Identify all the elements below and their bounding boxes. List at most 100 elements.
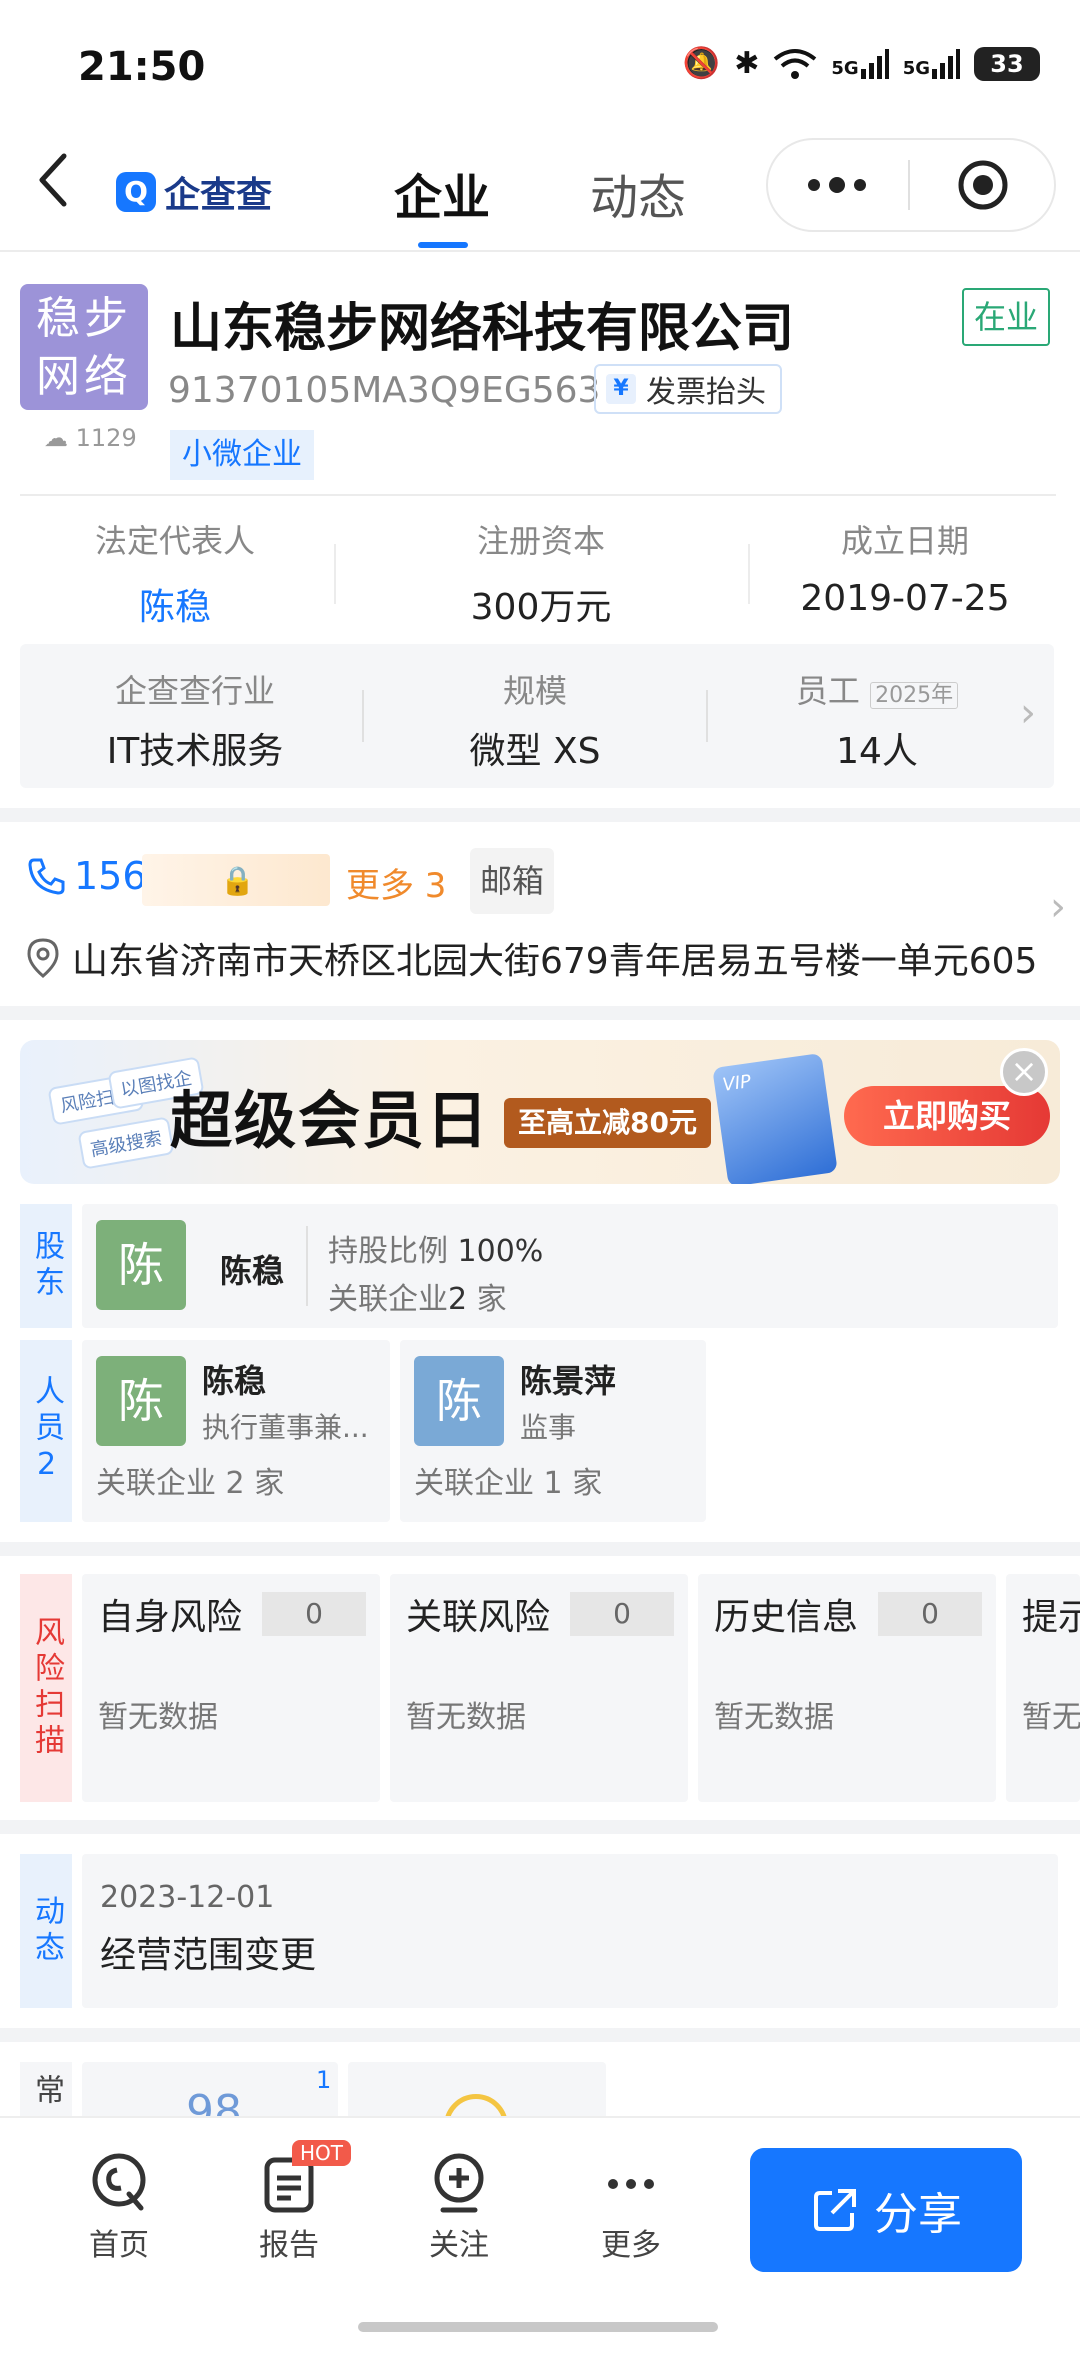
company-avatar: 稳步网络 <box>20 284 148 410</box>
capsule-divider <box>908 160 910 210</box>
logo-q-icon: Q <box>116 172 156 212</box>
shareholder-related-unit: 家 <box>476 1282 507 1317</box>
risk-scan-label: 风险扫描 <box>20 1574 72 1802</box>
person-avatar-1: 陈 <box>96 1356 186 1446</box>
nav-home-label: 首页 <box>89 2228 149 2263</box>
risk-related-count: 0 <box>570 1592 674 1636</box>
wifi-icon <box>774 48 817 79</box>
shareholder-related-count: 2 <box>448 1282 468 1317</box>
extra-divider-1 <box>362 690 364 742</box>
risk-self-desc: 暂无数据 <box>98 1700 218 1735</box>
battery-icon: 33 <box>974 46 1040 81</box>
record-target-icon[interactable] <box>956 158 1010 212</box>
risk-history-title: 历史信息 <box>714 1597 859 1638</box>
person-related-2: 关联企业 1 家 <box>414 1458 602 1502</box>
reg-capital-block: 注册资本 300万元 <box>386 516 696 630</box>
employees-value: 14人 <box>836 731 918 772</box>
shareholder-related: 关联企业2 家 <box>328 1274 507 1318</box>
share-button[interactable]: 分享 <box>750 2148 1022 2272</box>
shareholder-name[interactable]: 陈稳 <box>220 1246 284 1292</box>
info-divider-1 <box>334 544 336 604</box>
risk-tips-desc: 暂无 <box>1022 1700 1080 1735</box>
bluetooth-icon: ✱ <box>734 46 760 81</box>
news-label: 动态 <box>20 1854 72 2008</box>
back-arrow-icon[interactable] <box>34 150 74 210</box>
scale-tag[interactable]: 小微企业 <box>170 430 314 480</box>
shareholder-avatar: 陈 <box>96 1220 186 1310</box>
industry-label: 企查查行业 <box>114 672 275 710</box>
network-type-1: 5G <box>831 57 859 79</box>
tab-company[interactable]: 企业 <box>394 158 490 228</box>
home-indicator[interactable] <box>358 2322 718 2332</box>
employees-label-text: 员工 <box>795 672 860 710</box>
view-count: ☁ 1129 <box>44 424 137 452</box>
more-dots-icon[interactable] <box>806 172 868 198</box>
share-icon <box>814 2189 856 2231</box>
founded-label: 成立日期 <box>840 522 969 560</box>
app-logo: Q 企查查 <box>116 166 272 218</box>
header-divider <box>20 494 1056 496</box>
invoice-label: 发票抬头 <box>646 375 766 410</box>
email-button[interactable]: 邮箱 <box>470 848 554 914</box>
scale-label: 规模 <box>502 672 567 710</box>
risk-self-count: 0 <box>262 1592 366 1636</box>
bottom-nav-home[interactable]: 首页 <box>64 2150 174 2264</box>
company-name: 山东稳步网络科技有限公司 <box>170 299 795 359</box>
nav-more-label: 更多 <box>601 2228 661 2263</box>
reg-capital-value: 300万元 <box>470 587 612 628</box>
industry-value: IT技术服务 <box>106 731 284 772</box>
contact-chevron-icon[interactable]: › <box>1050 884 1066 930</box>
address-text: 山东省济南市天桥区北园大街679青年居易五号楼一单元605 <box>72 941 1038 982</box>
risk-history-desc: 暂无数据 <box>714 1700 834 1735</box>
person-related-count-1: 2 <box>225 1466 245 1501</box>
promo-banner[interactable]: 风险扫描 以图找企 高级搜索 超级会员日 至高立减80元 VIP 立即购买 <box>20 1040 1060 1184</box>
legal-rep-block[interactable]: 法定代表人 陈稳 <box>20 516 330 630</box>
person-related-unit-2: 家 <box>572 1466 603 1501</box>
legal-rep-label: 法定代表人 <box>94 522 255 560</box>
address-row[interactable]: 山东省济南市天桥区北园大街679青年居易五号楼一单元605 <box>26 932 1037 984</box>
view-count-value: 1129 <box>75 424 137 452</box>
follow-plus-icon <box>434 2153 484 2213</box>
banner-close-icon[interactable]: × <box>1000 1048 1048 1096</box>
risk-history-count: 0 <box>878 1592 982 1636</box>
common-card-2[interactable] <box>348 2062 606 2122</box>
phone-block[interactable]: 156 <box>26 854 147 898</box>
yen-icon: ¥ <box>606 374 636 404</box>
section-gap-5 <box>0 2028 1080 2042</box>
bottom-nav-follow[interactable]: 关注 <box>404 2150 514 2264</box>
bottom-nav-report[interactable]: 报告 <box>234 2150 344 2264</box>
chevron-right-icon: › <box>1020 690 1036 736</box>
eye-icon: ☁ <box>44 424 76 452</box>
more-phones-link[interactable]: 更多 3 <box>346 858 446 907</box>
lock-icon: 🔒 <box>220 864 255 897</box>
common-badge: 1 <box>316 2066 332 2094</box>
status-badge: 在业 <box>962 288 1050 346</box>
section-gap-2 <box>0 1006 1080 1020</box>
personnel-label: 人员2 <box>20 1340 72 1522</box>
industry-block: 企查查行业 IT技术服务 <box>30 666 360 774</box>
credit-code[interactable]: 91370105MA3Q9EG563 <box>168 370 600 411</box>
shareholder-divider <box>306 1226 308 1306</box>
invoice-title-button[interactable]: ¥ 发票抬头 <box>594 364 782 414</box>
risk-self-title: 自身风险 <box>98 1597 243 1638</box>
vip-card-icon: VIP <box>712 1052 838 1184</box>
founded-block: 成立日期 2019-07-25 <box>750 516 1060 619</box>
home-q-icon <box>92 2153 146 2211</box>
risk-tips-card[interactable]: 提示 暂无 <box>1006 1574 1080 1802</box>
tab-news[interactable]: 动态 <box>590 158 686 228</box>
phone-prefix: 156 <box>74 854 147 898</box>
person-name-2[interactable]: 陈景萍 <box>520 1356 616 1402</box>
person-role-1: 执行董事兼... <box>202 1411 369 1444</box>
common-card-1[interactable]: 98 1 <box>82 2062 338 2122</box>
tab-active-indicator <box>418 242 468 248</box>
share-ratio: 持股比例 100% <box>328 1226 543 1270</box>
section-gap-3 <box>0 1542 1080 1556</box>
nav-follow-label: 关注 <box>429 2228 489 2263</box>
shareholder-related-label: 关联企业 <box>328 1282 448 1317</box>
person-related-count-2: 1 <box>543 1466 563 1501</box>
person-avatar-2: 陈 <box>414 1356 504 1446</box>
bottom-nav-more[interactable]: 更多 <box>576 2150 686 2264</box>
legal-rep-value[interactable]: 陈稳 <box>20 578 330 630</box>
scale-value: 微型 XS <box>469 731 601 772</box>
person-name-1[interactable]: 陈稳 <box>202 1356 266 1402</box>
